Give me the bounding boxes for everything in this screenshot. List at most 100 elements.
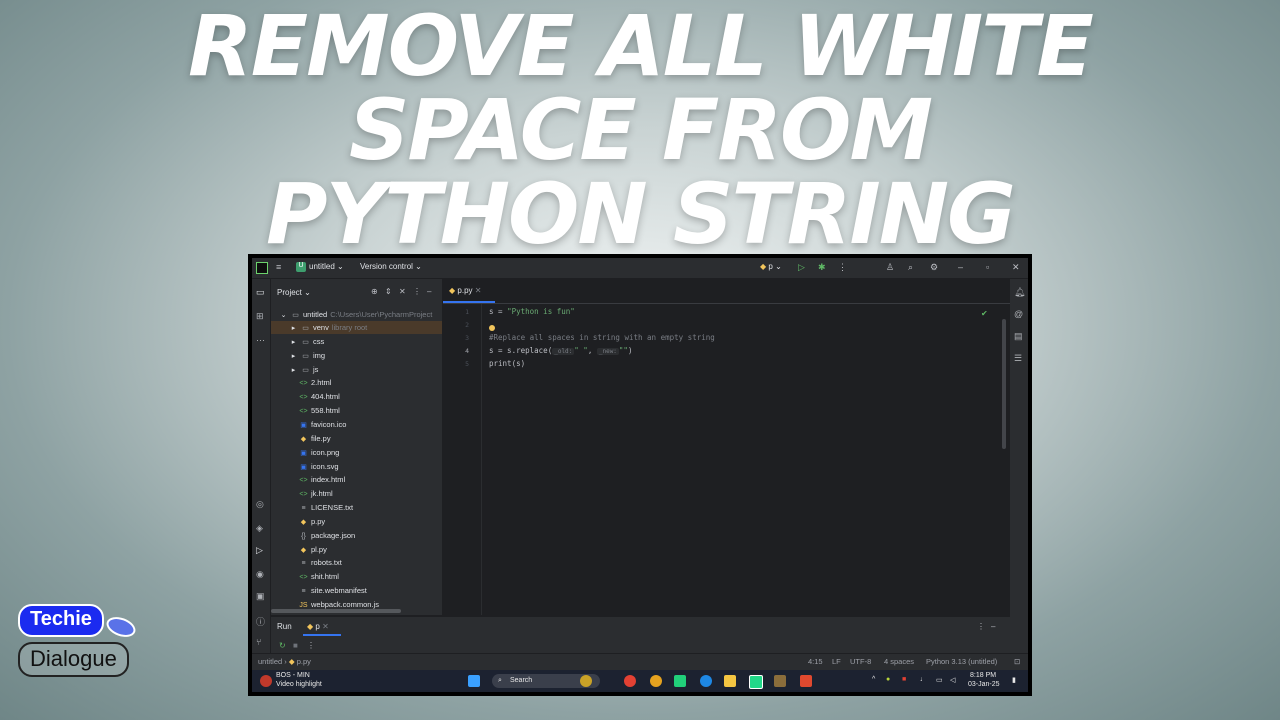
network-icon[interactable]: ▭ <box>936 676 943 684</box>
windows-start-icon[interactable] <box>468 675 480 687</box>
tree-item[interactable]: <> 558.html <box>271 404 442 417</box>
problems-icon[interactable]: ⓘ <box>256 615 265 628</box>
pycharm-taskbar-icon[interactable] <box>749 675 763 689</box>
media-player-icon[interactable] <box>774 675 786 687</box>
search-icon[interactable]: ⌕ <box>908 262 913 273</box>
tree-item[interactable]: ◆ file.py <box>271 432 442 445</box>
tree-item[interactable]: <> index.html <box>271 473 442 486</box>
layers-icon[interactable]: ◈ <box>256 523 263 534</box>
main-menu-icon[interactable]: ≡ <box>276 262 281 272</box>
tree-item[interactable]: ≡ LICENSE.txt <box>271 501 442 514</box>
notification-center-icon[interactable]: ▮ <box>1012 676 1016 684</box>
tree-item[interactable]: ▸ ▭ img <box>271 349 442 362</box>
close-tab-icon[interactable]: ✕ <box>322 622 329 631</box>
clock-time[interactable]: 8:18 PM <box>970 672 996 679</box>
close-icon[interactable]: ✕ <box>1012 262 1020 273</box>
notification-app-icon[interactable] <box>260 675 272 687</box>
vcs-menu[interactable]: Version control ⌄ <box>360 262 422 271</box>
tree-item[interactable]: ▣ icon.svg <box>271 460 442 473</box>
ai-assistant-icon[interactable]: @ <box>1014 309 1023 319</box>
skype-icon[interactable] <box>700 675 712 687</box>
tree-item[interactable]: <> 2.html <box>271 376 442 389</box>
tray-app-icon[interactable]: ● <box>886 676 890 683</box>
run-tab[interactable]: ◆ p ✕ <box>307 622 329 631</box>
python-console-icon[interactable]: ◎ <box>256 499 264 510</box>
tree-item[interactable]: ▸ ▭ js <box>271 363 442 376</box>
services-icon[interactable]: ◉ <box>256 569 264 580</box>
options-icon[interactable]: ⋮ <box>413 287 421 296</box>
chevron-right-icon[interactable]: ▸ <box>289 350 298 363</box>
options-icon[interactable]: ⋮ <box>977 622 985 631</box>
line-separator[interactable]: LF <box>832 657 841 666</box>
expand-icon[interactable]: ⇕ <box>385 287 392 296</box>
tree-root[interactable]: ⌄ ▭ untitled C:\Users\User\PycharmProject <box>271 308 442 321</box>
indent-setting[interactable]: 4 spaces <box>884 657 914 666</box>
chevron-right-icon[interactable]: ▸ <box>289 364 298 377</box>
hide-panel-icon[interactable]: – <box>427 287 431 296</box>
gear-icon[interactable]: ⚙ <box>930 262 938 273</box>
tree-item[interactable]: ▸ ▭ venv library root <box>271 321 442 334</box>
python-interpreter[interactable]: Python 3.13 (untitled) <box>926 657 997 666</box>
tree-item[interactable]: <> jk.html <box>271 487 442 500</box>
chrome-icon[interactable] <box>624 675 636 687</box>
no-problems-check-icon[interactable]: ✔ <box>981 309 988 318</box>
tree-item[interactable]: <> 404.html <box>271 390 442 403</box>
sciview-icon[interactable]: ☰ <box>1014 353 1022 364</box>
locate-icon[interactable]: ⊕ <box>371 287 378 296</box>
tree-item[interactable]: ▸ ▭ css <box>271 335 442 348</box>
terminal-icon[interactable]: ▣ <box>256 591 265 602</box>
horizontal-scrollbar[interactable] <box>271 609 401 613</box>
more-icon[interactable]: ⋮ <box>838 262 847 273</box>
chevron-right-icon[interactable]: ▸ <box>289 336 298 349</box>
more-icon[interactable]: ⋮ <box>307 641 315 650</box>
project-panel-title[interactable]: Project ⌄ <box>277 288 311 297</box>
file-explorer-icon[interactable] <box>724 675 736 687</box>
tree-item[interactable]: ≡ robots.txt <box>271 556 442 569</box>
tree-item[interactable]: {} package.json <box>271 529 442 542</box>
file-encoding[interactable]: UTF-8 <box>850 657 871 666</box>
breadcrumb[interactable]: untitled › ◆ p.py <box>258 657 311 666</box>
debug-icon[interactable]: ✱ <box>818 262 826 273</box>
maximize-icon[interactable]: ▫ <box>986 262 989 272</box>
hide-panel-icon[interactable]: – <box>991 622 995 631</box>
chevron-right-icon[interactable]: ▸ <box>289 322 298 335</box>
tree-item[interactable]: ◆ pl.py <box>271 543 442 556</box>
caret-position[interactable]: 4:15 <box>808 657 823 666</box>
editor-tab-p-py[interactable]: ◆ p.py ✕ <box>449 286 481 295</box>
project-tool-icon[interactable]: ▭ <box>256 287 265 298</box>
lock-icon[interactable]: ⊡ <box>1014 657 1020 666</box>
tree-item[interactable]: <> shit.html <box>271 570 442 583</box>
add-user-icon[interactable]: ♙ <box>886 262 894 273</box>
volume-icon[interactable]: ◁ <box>950 676 955 684</box>
tree-item[interactable]: ≡ site.webmanifest <box>271 584 442 597</box>
vertical-scrollbar[interactable] <box>1002 319 1006 449</box>
clock-date[interactable]: 03-Jan-25 <box>968 681 1000 688</box>
notifications-icon[interactable]: 🔔︎ <box>1014 287 1025 298</box>
tree-item[interactable]: ◆ p.py <box>271 515 442 528</box>
tree-item[interactable]: ▣ favicon.ico <box>271 418 442 431</box>
project-switcher[interactable]: Uuntitled ⌄ <box>296 262 344 272</box>
minimize-icon[interactable]: – <box>958 262 963 272</box>
camtasia-icon[interactable] <box>674 675 686 687</box>
run-tool-icon[interactable]: ▷ <box>256 545 263 556</box>
pdf-icon[interactable]: ■ <box>902 676 906 683</box>
more-tools-icon[interactable]: ⋯ <box>256 335 265 346</box>
rerun-icon[interactable]: ↻ <box>279 641 286 650</box>
lightbulb-icon[interactable] <box>489 325 495 331</box>
database-icon[interactable]: ▤ <box>1014 331 1023 342</box>
python-icon: ◆ <box>760 262 767 271</box>
code-editor[interactable]: ◆ p.py ✕ 1 2 3 4 5 s = "Python is fun" #… <box>443 279 1010 615</box>
run-icon[interactable]: ▷ <box>798 262 805 273</box>
chrome-profile-icon[interactable] <box>650 675 662 687</box>
collapse-icon[interactable]: ✕ <box>399 287 406 296</box>
recorder-icon[interactable] <box>800 675 812 687</box>
stop-icon[interactable]: ■ <box>293 641 298 650</box>
run-config-selector[interactable]: ◆ p ⌄ <box>760 262 782 271</box>
microphone-icon[interactable]: ♩ <box>920 676 927 683</box>
git-icon[interactable]: ⑂ <box>256 637 261 647</box>
tree-item[interactable]: ▣ icon.png <box>271 446 442 459</box>
structure-tool-icon[interactable]: ⊞ <box>256 311 264 322</box>
taskbar-search[interactable]: ⌕ Search <box>492 674 600 688</box>
chevron-up-icon[interactable]: ^ <box>872 676 875 683</box>
close-tab-icon[interactable]: ✕ <box>475 286 482 295</box>
